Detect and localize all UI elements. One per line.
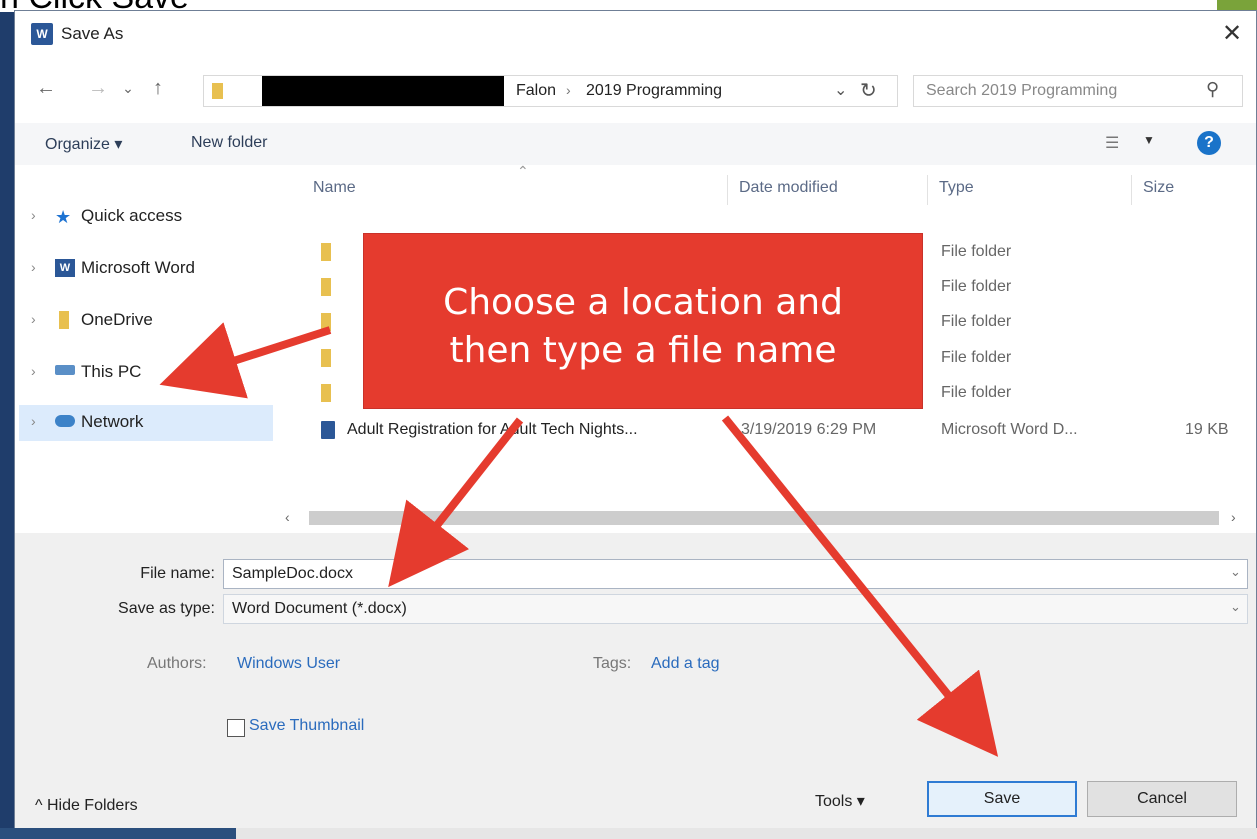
arrow-to-this-pc [159, 322, 332, 399]
arrow-to-file-name [388, 417, 524, 588]
arrow-to-save-button [721, 415, 999, 757]
annotation-arrows [159, 322, 999, 757]
